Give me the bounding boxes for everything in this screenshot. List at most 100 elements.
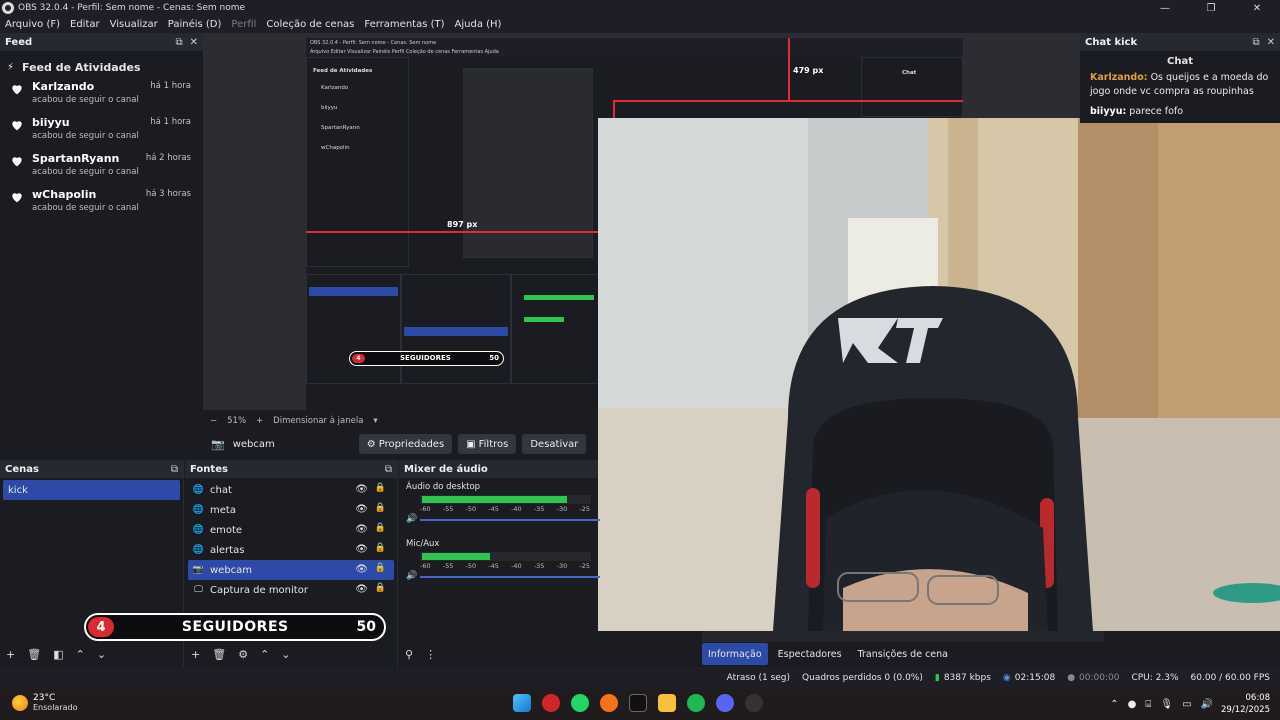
zoom-in-button[interactable]: + <box>256 416 263 426</box>
menu-colecao-cenas[interactable]: Coleção de cenas <box>266 19 354 30</box>
scale-mode[interactable]: Dimensionar à janela <box>273 416 363 426</box>
meter-scale: -60 -55 -50 -45 -40 -35 -30 -25 <box>420 562 590 570</box>
display-icon[interactable]: ▭ <box>1182 699 1191 710</box>
undock-icon[interactable]: ⧉ <box>385 464 392 475</box>
delay-status: Atraso (1 seg) <box>726 673 791 683</box>
dropped-frames: Quadros perdidos 0 (0.0%) <box>802 673 923 683</box>
gear-icon[interactable]: ⚙ <box>238 648 248 661</box>
chevron-up-icon[interactable]: ⌃ <box>260 648 269 661</box>
obs-icon[interactable] <box>745 694 763 712</box>
scale-tick: -30 <box>556 562 568 570</box>
properties-button[interactable]: ⚙ Propriedades <box>358 434 453 454</box>
menu-visualizar[interactable]: Visualizar <box>110 19 158 30</box>
lock-icon[interactable]: 🔒 <box>375 563 386 573</box>
obs-logo-icon <box>2 2 14 14</box>
eye-icon[interactable]: 👁 <box>355 564 368 575</box>
lock-icon[interactable]: 🔒 <box>375 503 386 513</box>
app-icon[interactable] <box>600 694 618 712</box>
scale-tick: -35 <box>533 562 545 570</box>
source-item-webcam[interactable]: 📷 webcam 👁 🔒 <box>188 560 394 580</box>
clock[interactable]: 06:08 29/12/2025 <box>1221 692 1270 716</box>
file-explorer-icon[interactable] <box>658 694 676 712</box>
add-icon[interactable]: + <box>6 648 15 661</box>
network-icon[interactable]: ⌸ <box>1145 699 1151 710</box>
opera-icon[interactable] <box>542 694 560 712</box>
add-icon[interactable]: + <box>191 648 200 661</box>
minimize-button[interactable]: — <box>1142 0 1188 16</box>
chevron-down-icon[interactable]: ▾ <box>373 416 377 426</box>
volume-fader[interactable]: 🔊 <box>406 514 600 525</box>
trash-icon[interactable]: 🗑 <box>212 648 226 661</box>
scene-item-kick[interactable]: kick <box>3 480 180 500</box>
feed-item: Karlzando acabou de seguir o canal há 1 … <box>0 78 203 114</box>
menu-dots-icon[interactable]: ⋮ <box>425 648 436 661</box>
fps: 60.00 / 60.00 FPS <box>1190 673 1270 683</box>
sources-footer: + 🗑 ⚙ ⌃ ⌄ <box>185 645 303 663</box>
volume-fader[interactable]: 🔊 <box>406 571 600 582</box>
app-icon[interactable] <box>629 694 647 712</box>
mic-icon[interactable]: 🎙 <box>1160 699 1173 710</box>
undock-icon[interactable]: ⧉ <box>175 37 182 48</box>
eye-icon[interactable]: 👁 <box>355 484 368 495</box>
lock-icon[interactable]: 🔒 <box>375 543 386 553</box>
speaker-icon[interactable]: 🔊 <box>406 514 417 524</box>
source-item-captura[interactable]: 🖵 Captura de monitor 👁 🔒 <box>188 580 394 600</box>
lock-icon[interactable]: 🔒 <box>375 523 386 533</box>
link-icon[interactable]: ⚲ <box>405 648 413 661</box>
chevron-up-icon[interactable]: ⌃ <box>1110 699 1118 710</box>
eye-icon[interactable]: 👁 <box>355 584 368 595</box>
undock-icon[interactable]: ⧉ <box>1252 37 1259 48</box>
chat-message: biiyyu: parece fofo <box>1080 105 1280 119</box>
weather-widget[interactable]: 23°C Ensolarado <box>12 693 77 712</box>
chevron-down-icon[interactable]: ⌄ <box>281 648 290 661</box>
eye-icon[interactable]: 👁 <box>355 504 368 515</box>
menu-editar[interactable]: Editar <box>70 19 100 30</box>
tab-informacao[interactable]: Informação <box>702 643 768 665</box>
scene-name: kick <box>8 484 28 496</box>
mixer-dock-title: Mixer de áudio <box>399 460 598 478</box>
taskbar-apps <box>513 694 774 712</box>
menu-ajuda[interactable]: Ajuda (H) <box>455 19 502 30</box>
deactivate-button[interactable]: Desativar <box>522 434 587 454</box>
volume-icon[interactable]: 🔊 <box>1201 699 1213 710</box>
trash-icon[interactable]: 🗑 <box>27 648 41 661</box>
source-item-meta[interactable]: 🌐 meta 👁 🔒 <box>188 500 394 520</box>
discord-icon[interactable] <box>716 694 734 712</box>
feed-item: SpartanRyann acabou de seguir o canal há… <box>0 150 203 186</box>
source-item-chat[interactable]: 🌐 chat 👁 🔒 <box>188 480 394 500</box>
source-name: webcam <box>210 564 253 576</box>
source-item-emote[interactable]: 🌐 emote 👁 🔒 <box>188 520 394 540</box>
nested-feed-panel: Feed de Atividades Karlzando biiyyu Spar… <box>306 57 409 267</box>
source-item-alertas[interactable]: 🌐 alertas 👁 🔒 <box>188 540 394 560</box>
eye-icon[interactable]: 👁 <box>355 544 368 555</box>
chevron-down-icon[interactable]: ⌄ <box>97 648 106 661</box>
maximize-button[interactable]: ❐ <box>1188 0 1234 16</box>
whatsapp-icon[interactable] <box>571 694 589 712</box>
heart-icon <box>12 157 22 167</box>
tab-espectadores[interactable]: Espectadores <box>772 643 848 665</box>
measure-label-left: 897 px <box>447 220 478 229</box>
sources-dock-title: Fontes ⧉ <box>185 460 397 478</box>
close-button[interactable]: ✕ <box>1234 0 1280 16</box>
menu-arquivo[interactable]: Arquivo (F) <box>5 19 60 30</box>
speaker-icon[interactable]: 🔊 <box>406 571 417 581</box>
tray-app-icon[interactable]: ● <box>1128 699 1137 710</box>
spotify-icon[interactable] <box>687 694 705 712</box>
filters-button[interactable]: ▣ Filtros <box>458 434 517 454</box>
lock-icon[interactable]: 🔒 <box>375 483 386 493</box>
close-dock-icon[interactable]: ✕ <box>1267 37 1275 48</box>
menu-paineis[interactable]: Painéis (D) <box>168 19 222 30</box>
chevron-up-icon[interactable]: ⌃ <box>76 648 85 661</box>
volume-meter <box>420 552 591 561</box>
tab-transicoes[interactable]: Transições de cena <box>852 643 954 665</box>
eye-icon[interactable]: 👁 <box>355 524 368 535</box>
menu-ferramentas[interactable]: Ferramentas (T) <box>364 19 444 30</box>
filter-icon[interactable]: ◧ <box>53 648 63 661</box>
zoom-out-button[interactable]: − <box>210 416 217 426</box>
lock-icon[interactable]: 🔒 <box>375 583 386 593</box>
windows-start-icon[interactable] <box>513 694 531 712</box>
menu-perfil[interactable]: Perfil <box>231 19 256 30</box>
guide-line <box>788 38 790 100</box>
close-dock-icon[interactable]: ✕ <box>190 37 198 48</box>
undock-icon[interactable]: ⧉ <box>171 464 178 475</box>
